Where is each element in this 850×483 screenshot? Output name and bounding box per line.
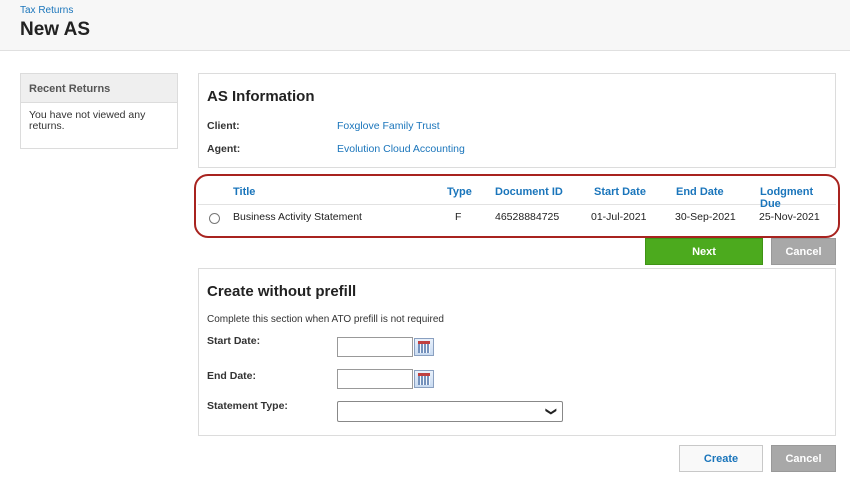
row-select-radio[interactable] bbox=[209, 213, 220, 224]
breadcrumb-tax-returns[interactable]: Tax Returns bbox=[20, 5, 73, 16]
cancel-button-top[interactable]: Cancel bbox=[771, 238, 836, 265]
column-end-date[interactable]: End Date bbox=[676, 186, 724, 198]
start-date-input[interactable] bbox=[337, 337, 413, 357]
start-date-calendar-icon[interactable] bbox=[414, 338, 434, 356]
create-button[interactable]: Create bbox=[679, 445, 763, 472]
prefill-note: Complete this section when ATO prefill i… bbox=[207, 314, 444, 325]
start-date-label: Start Date: bbox=[207, 335, 261, 347]
cell-end-date: 30-Sep-2021 bbox=[675, 211, 736, 223]
cell-document-id: 46528884725 bbox=[495, 211, 560, 223]
end-date-input[interactable] bbox=[337, 369, 413, 389]
chevron-down-icon: ❯ bbox=[544, 406, 557, 417]
column-start-date[interactable]: Start Date bbox=[594, 186, 646, 198]
create-without-prefill-title: Create without prefill bbox=[207, 283, 357, 300]
client-link[interactable]: Foxglove Family Trust bbox=[337, 120, 440, 132]
page-header: Tax Returns New AS bbox=[0, 0, 850, 51]
agent-label: Agent: bbox=[207, 143, 241, 155]
as-information-panel: AS Information Client: Foxglove Family T… bbox=[198, 73, 836, 168]
create-without-prefill-panel: Create without prefill Complete this sec… bbox=[198, 268, 836, 436]
column-type[interactable]: Type bbox=[447, 186, 472, 198]
column-title[interactable]: Title bbox=[233, 186, 255, 198]
cell-title: Business Activity Statement bbox=[233, 211, 362, 223]
cancel-button-bottom[interactable]: Cancel bbox=[771, 445, 836, 472]
table-header: Title Type Document ID Start Date End Da… bbox=[198, 181, 836, 210]
cell-type: F bbox=[455, 211, 462, 223]
cell-start-date: 01-Jul-2021 bbox=[591, 211, 647, 223]
statement-type-select[interactable]: ❯ bbox=[337, 401, 563, 422]
end-date-label: End Date: bbox=[207, 370, 257, 382]
agent-link[interactable]: Evolution Cloud Accounting bbox=[337, 143, 465, 155]
statement-type-label: Statement Type: bbox=[207, 400, 288, 412]
column-document-id[interactable]: Document ID bbox=[495, 186, 563, 198]
page-title: New AS bbox=[20, 19, 91, 40]
recent-returns-heading: Recent Returns bbox=[21, 74, 177, 103]
end-date-calendar-icon[interactable] bbox=[414, 370, 434, 388]
next-button[interactable]: Next bbox=[645, 238, 763, 265]
cell-lodgment-due: 25-Nov-2021 bbox=[759, 211, 820, 223]
client-label: Client: bbox=[207, 120, 240, 132]
recent-returns-panel: Recent Returns You have not viewed any r… bbox=[20, 73, 178, 149]
table-row[interactable]: Business Activity Statement F 4652888472… bbox=[198, 205, 836, 229]
as-information-title: AS Information bbox=[207, 88, 315, 105]
recent-returns-empty-text: You have not viewed any returns. bbox=[29, 109, 146, 132]
